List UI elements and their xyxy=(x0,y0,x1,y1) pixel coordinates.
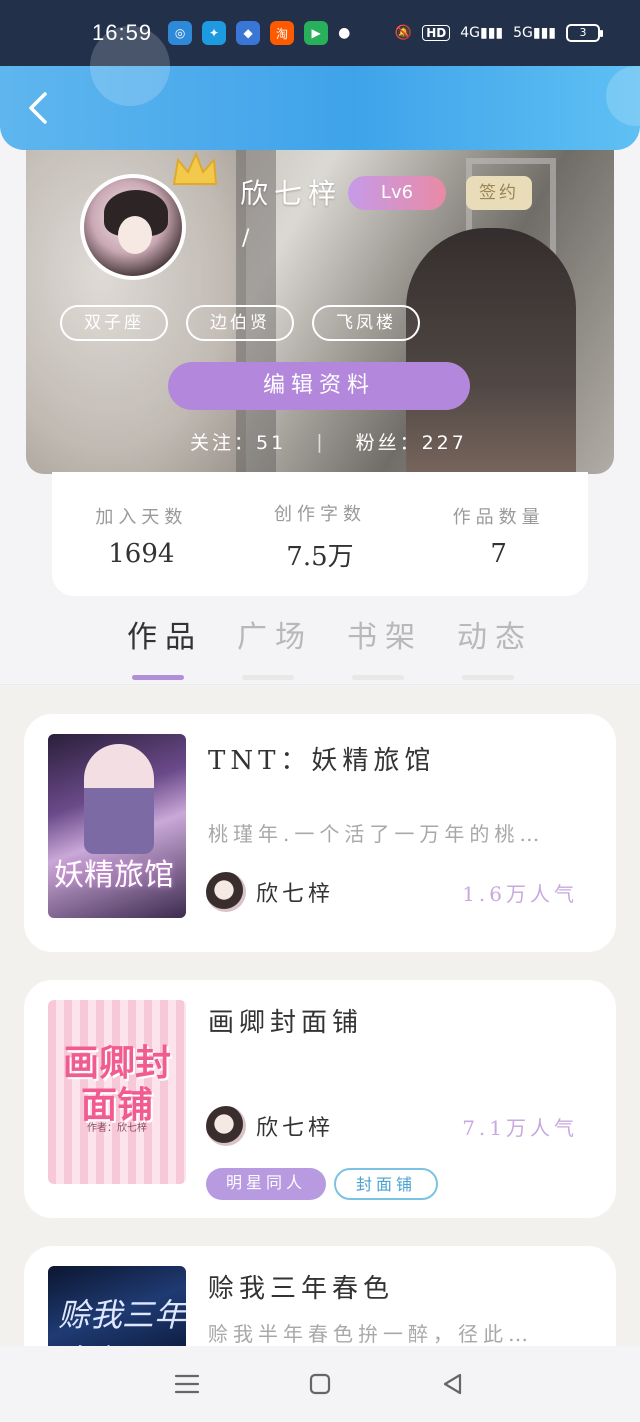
stat-label: 作品数量 xyxy=(452,507,545,528)
bell-muted-icon: 🔕 xyxy=(394,25,413,41)
work-desc: 赊我半年春色拚一醉，径此… xyxy=(208,1322,533,1346)
following-count[interactable]: 关注：51 xyxy=(190,428,286,455)
work-title: 画卿封面铺 xyxy=(208,1008,364,1038)
work-card[interactable]: 妖精旅馆 TNT：妖精旅馆 桃瑾年.一个活了一万年的桃… 欣七梓 1.6万人气 xyxy=(24,714,616,952)
tab-indicator xyxy=(242,675,294,680)
home-square-icon xyxy=(309,1373,331,1395)
status-right: 🔕 HD 4G▮▮▮ 5G▮▮▮ 3 xyxy=(394,24,603,42)
signed-badge: 签约 xyxy=(466,176,532,210)
chevron-left-icon xyxy=(29,92,47,124)
divider xyxy=(0,684,640,685)
decor-bubble xyxy=(606,66,640,126)
work-card[interactable]: 画卿封面铺 作者：欣七梓 画卿封面铺 欣七梓 7.1万人气 明星同人 封面铺 xyxy=(24,980,616,1218)
author-name: 欣七梓 xyxy=(256,1116,335,1141)
app-icon-1: ◎ xyxy=(168,21,193,45)
profile-tag[interactable]: 双子座 xyxy=(60,305,168,341)
tab-bookshelf[interactable]: 书架 xyxy=(340,612,430,680)
work-author: 欣七梓 xyxy=(206,872,334,912)
menu-button[interactable] xyxy=(167,1364,207,1404)
tab-label: 书架 xyxy=(347,620,423,655)
work-card[interactable]: 赊我三年春色 赊我三年春色 赊我半年春色拚一醉，径此… xyxy=(24,1246,616,1346)
cover-title: 画卿封面铺 xyxy=(62,1042,171,1126)
stat-label: 创作字数 xyxy=(273,503,366,525)
work-title: 赊我三年春色 xyxy=(208,1274,395,1304)
profile-tabs: 作品 广场 书架 动态 xyxy=(120,612,540,680)
divider: | xyxy=(316,430,326,453)
cover-author: 作者：欣七梓 xyxy=(87,1123,147,1134)
stat-word-count: 创作字数 7.5万 xyxy=(240,500,400,573)
stat-value: 1694 xyxy=(108,539,175,569)
profile-signature: / xyxy=(242,226,250,251)
author-name: 欣七梓 xyxy=(256,882,335,907)
work-cover: 妖精旅馆 xyxy=(48,734,186,918)
stat-label: 加入天数 xyxy=(95,507,188,528)
tab-works[interactable]: 作品 xyxy=(120,612,210,680)
work-title: TNT：妖精旅馆 xyxy=(208,746,436,776)
home-button[interactable] xyxy=(300,1364,340,1404)
hd-badge: HD xyxy=(422,25,451,41)
work-author: 欣七梓 xyxy=(206,1106,334,1146)
category-chip[interactable]: 封面铺 xyxy=(334,1168,439,1200)
taobao-icon: 淘 xyxy=(270,21,295,45)
system-nav-bar xyxy=(0,1346,640,1422)
follow-row: 关注：51 | 粉丝：227 xyxy=(190,428,490,455)
signal-5g-icon: 5G▮▮▮ xyxy=(513,25,556,41)
level-badge: Lv6 xyxy=(348,176,446,210)
system-back-button[interactable] xyxy=(433,1364,473,1404)
tab-square[interactable]: 广场 xyxy=(230,612,320,680)
app-icon-5: ▶ xyxy=(304,21,329,45)
profile-tags: 双子座 边伯贤 飞凤楼 xyxy=(60,305,420,341)
stat-join-days: 加入天数 1694 xyxy=(61,503,221,569)
tab-indicator xyxy=(132,675,184,680)
category-chip[interactable]: 明星同人 xyxy=(206,1168,327,1200)
decor-bubble xyxy=(90,26,170,106)
crown-icon xyxy=(172,151,218,185)
work-cover: 赊我三年春色 xyxy=(48,1266,186,1346)
tab-indicator xyxy=(352,675,404,680)
stat-value: 7 xyxy=(490,539,507,569)
stats-panel: 加入天数 1694 创作字数 7.5万 作品数量 7 xyxy=(52,472,588,596)
profile-tag[interactable]: 飞凤楼 xyxy=(312,305,420,341)
work-desc: 桃瑾年.一个活了一万年的桃… xyxy=(208,822,545,846)
app-icon-3: ◆ xyxy=(236,21,261,45)
tab-moments[interactable]: 动态 xyxy=(450,612,540,680)
top-bar xyxy=(0,26,640,150)
back-button[interactable] xyxy=(18,88,58,128)
stat-works-count: 作品数量 7 xyxy=(419,503,579,569)
work-popularity: 7.1万人气 xyxy=(462,1116,578,1140)
app-icon-2: ✦ xyxy=(202,21,227,45)
avatar xyxy=(206,1106,246,1146)
back-triangle-icon xyxy=(444,1373,462,1395)
battery-icon: 3 xyxy=(566,24,603,42)
status-app-icons: ◎ ✦ ◆ 淘 ▶ ● xyxy=(168,21,350,45)
tab-indicator xyxy=(462,675,514,680)
cover-title: 妖精旅馆 xyxy=(54,858,174,893)
cover-title: 赊我三年春色 xyxy=(58,1296,186,1346)
menu-icon xyxy=(174,1374,199,1394)
edit-profile-button[interactable]: 编辑资料 xyxy=(168,362,470,410)
tab-label: 动态 xyxy=(457,620,533,655)
signal-4g-icon: 4G▮▮▮ xyxy=(460,25,504,41)
stat-value: 7.5万 xyxy=(286,541,354,572)
profile-tag[interactable]: 边伯贤 xyxy=(186,305,294,341)
fans-count[interactable]: 粉丝：227 xyxy=(356,428,467,455)
work-cover: 画卿封面铺 作者：欣七梓 xyxy=(48,1000,186,1184)
dot-icon: ● xyxy=(338,25,351,41)
profile-nickname: 欣七梓 xyxy=(240,177,343,210)
work-popularity: 1.6万人气 xyxy=(462,882,578,906)
tab-label: 广场 xyxy=(237,620,313,655)
avatar xyxy=(206,872,246,912)
tab-label: 作品 xyxy=(127,620,203,655)
